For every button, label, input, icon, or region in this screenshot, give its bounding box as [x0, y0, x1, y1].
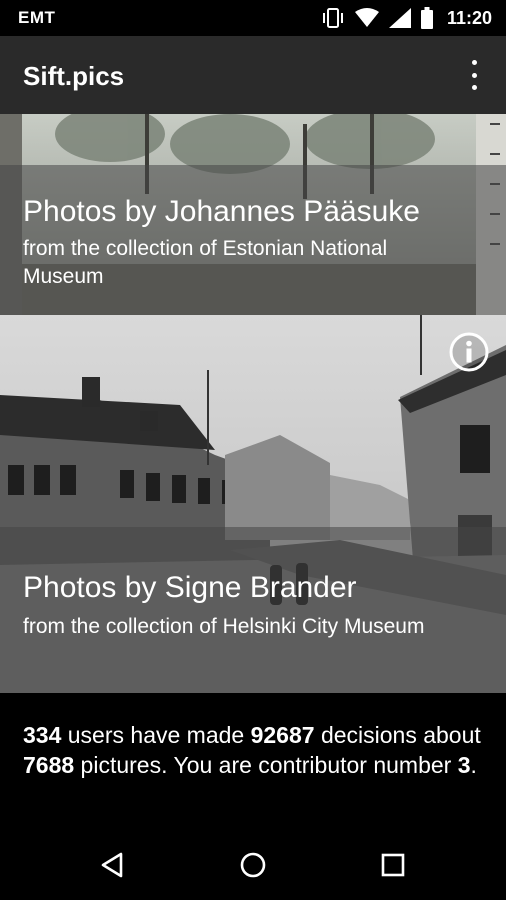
contributor-number: 3	[457, 752, 471, 778]
collection-subtitle: from the collection of Estonian National…	[23, 237, 388, 288]
back-icon[interactable]	[98, 850, 128, 880]
clock: 11:20	[446, 7, 492, 28]
overflow-menu-icon[interactable]	[462, 60, 486, 90]
stats-text: decisions about	[314, 722, 481, 748]
cell-signal-icon	[388, 8, 411, 28]
app-bar: Sift.pics	[0, 36, 506, 114]
collection-caption: Photos by Signe Brander from the collect…	[0, 527, 506, 693]
status-icons: 11:20	[321, 6, 492, 30]
users-count: 334	[23, 722, 62, 748]
collection-card-brander[interactable]: Photos by Signe Brander from the collect…	[0, 315, 506, 693]
vibrate-icon	[322, 8, 343, 28]
info-icon[interactable]	[448, 331, 490, 373]
recents-icon[interactable]	[378, 850, 408, 880]
collection-card-paasuke[interactable]: Photos by Johannes Pääsuke from the coll…	[0, 114, 506, 315]
stats-text: pictures. You are contributor number	[74, 752, 458, 778]
battery-icon	[420, 7, 433, 29]
collection-subtitle: from the collection of Helsinki City Mus…	[23, 615, 425, 638]
carrier-name: EMT	[18, 8, 56, 27]
stats-text: .	[470, 752, 477, 778]
collection-caption: Photos by Johannes Pääsuke from the coll…	[0, 165, 506, 315]
status-bar: EMT 11:20	[0, 0, 506, 36]
stats-text: users have made	[61, 722, 251, 748]
contribution-stats: 334 users have made 92687 decisions abou…	[23, 720, 493, 780]
wifi-icon	[354, 8, 379, 27]
home-icon[interactable]	[238, 850, 268, 880]
decisions-count: 92687	[250, 722, 315, 748]
collection-title: Photos by Signe Brander	[23, 571, 357, 604]
collection-title: Photos by Johannes Pääsuke	[23, 195, 420, 228]
navigation-bar	[0, 830, 506, 900]
app-title: Sift.pics	[23, 61, 125, 91]
pictures-count: 7688	[23, 752, 75, 778]
